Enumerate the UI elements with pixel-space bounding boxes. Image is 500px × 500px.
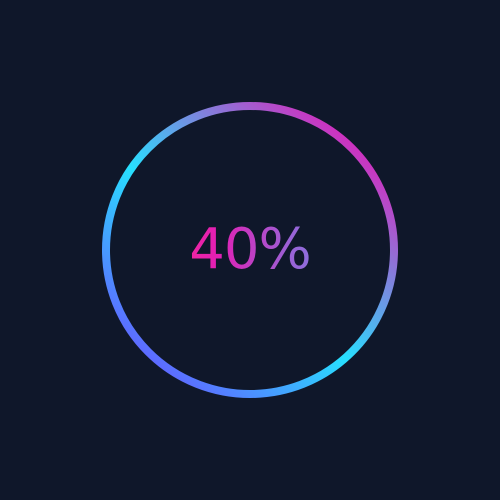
progress-ring-widget: 40%	[0, 0, 500, 500]
progress-percentage: 40%	[150, 214, 350, 286]
